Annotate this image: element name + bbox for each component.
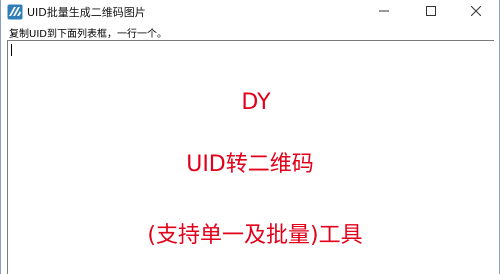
minimize-button[interactable]	[362, 0, 406, 23]
close-button[interactable]	[454, 0, 498, 23]
title-bar[interactable]: UID批量生成二维码图片	[1, 0, 499, 23]
instruction-label: 复制UID到下面列表框，一行一个。	[9, 29, 167, 40]
minimize-icon	[379, 3, 389, 21]
maximize-button[interactable]	[409, 0, 453, 23]
window-title: UID批量生成二维码图片	[27, 6, 146, 19]
content-line-tool: (支持单一及批量)工具	[147, 223, 363, 248]
text-caret	[11, 44, 12, 56]
content-line-dy: DY	[241, 90, 271, 115]
close-icon	[470, 3, 482, 21]
content-line-uid: UID转二维码	[186, 152, 314, 177]
maximize-icon	[426, 3, 436, 21]
app-logo-icon	[7, 4, 23, 20]
uid-list-textbox[interactable]: DY UID转二维码 (支持单一及批量)工具	[7, 40, 494, 274]
app-window: UID批量生成二维码图片 复制UID到下面列表框，一行一个。 DY UID转二维…	[0, 0, 500, 274]
